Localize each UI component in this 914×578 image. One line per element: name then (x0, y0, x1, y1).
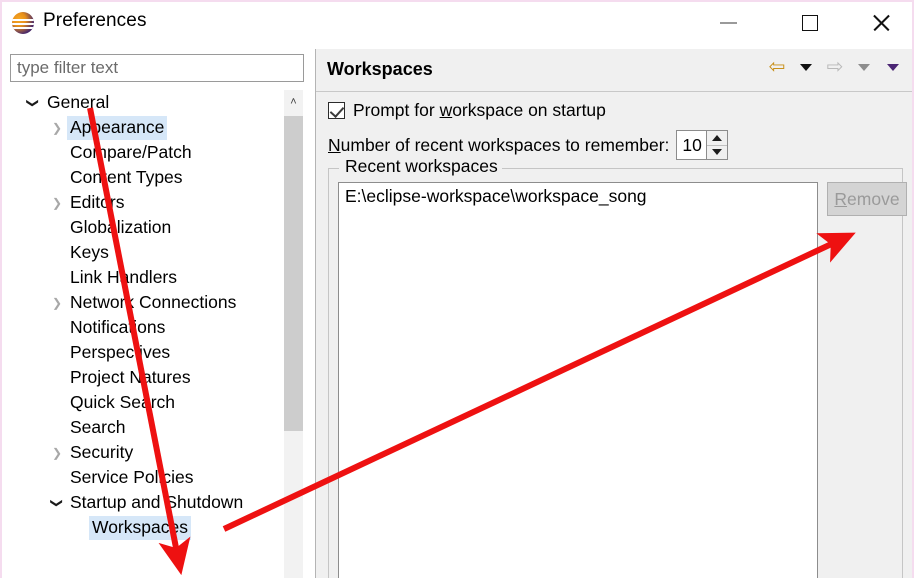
tree-vertical-scrollbar[interactable]: ˄ (284, 90, 303, 578)
page-header: Workspaces ⇦ ⇨ (316, 49, 912, 92)
tree-item-label: Keys (70, 241, 109, 262)
tree-item-search[interactable]: Search (9, 415, 281, 440)
stepper-decrement-button[interactable] (707, 144, 728, 159)
tree-item-content-types[interactable]: Content Types (9, 165, 281, 190)
pane-divider[interactable] (305, 50, 315, 578)
chevron-down-icon[interactable]: ❯ (50, 496, 64, 510)
tree-item-label: General (47, 91, 110, 112)
tree-item-label: Globalization (70, 216, 172, 237)
close-icon (871, 13, 891, 33)
menu-dropdown-icon[interactable] (882, 57, 904, 77)
tree-item-workspaces[interactable]: Workspaces (9, 515, 281, 540)
preference-page: Workspaces ⇦ ⇨ Prompt for workspace on st… (315, 49, 912, 578)
tree-item-general[interactable]: ❯ General (9, 90, 281, 115)
recent-workspaces-list[interactable]: E:\eclipse-workspace\workspace_song (338, 182, 818, 578)
forward-dropdown-icon (853, 57, 875, 77)
tree-item-editors[interactable]: ❯ Editors (9, 190, 281, 215)
maximize-icon (802, 15, 818, 31)
preferences-sidebar: ❯General❯AppearanceCompare/PatchContent … (6, 50, 306, 578)
preference-tree[interactable]: ❯ General ❯ Appearance Compare/Patch Content … (9, 90, 281, 578)
recent-count-label: Number of recent workspaces to remember: (328, 134, 670, 155)
window-title: Preferences (43, 10, 147, 31)
close-button[interactable] (853, 2, 909, 44)
preferences-window: Preferences ❯General❯AppearanceCompare/P… (0, 0, 914, 578)
stepper-increment-button[interactable] (707, 131, 728, 145)
tree-item-label: Startup and Shutdown (70, 491, 244, 512)
triangle-down-icon (800, 63, 812, 71)
tree-item-label: Notifications (70, 316, 166, 337)
tree-item-label: Workspaces (89, 515, 191, 540)
tree-item-label: Perspectives (70, 341, 171, 362)
tree-item-globalization[interactable]: Globalization (9, 215, 281, 240)
triangle-down-icon (887, 63, 899, 71)
tree-item-project-natures[interactable]: Project Natures (9, 365, 281, 390)
eclipse-logo-icon (12, 12, 34, 34)
recent-count-stepper[interactable]: 10 (676, 130, 729, 160)
triangle-up-icon (712, 134, 723, 141)
back-arrow-icon[interactable]: ⇦ (766, 57, 788, 77)
tree-item-label: Network Connections (70, 291, 237, 312)
tree-item-label: Search (70, 416, 126, 437)
tree-item-link-handlers[interactable]: Link Handlers (9, 265, 281, 290)
tree-item-startup-and-shutdown[interactable]: ❯ Startup and Shutdown (9, 490, 281, 515)
arrow-glyph: ⇨ (826, 56, 844, 78)
recent-count-value[interactable]: 10 (677, 131, 707, 159)
tree-item-compare-patch[interactable]: Compare/Patch (9, 140, 281, 165)
prompt-for-workspace-checkbox[interactable] (328, 102, 345, 119)
chevron-right-icon[interactable]: ❯ (50, 297, 64, 309)
triangle-down-icon (858, 63, 870, 71)
tree-item-label: Compare/Patch (70, 141, 192, 162)
chevron-right-icon[interactable]: ❯ (50, 447, 64, 459)
tree-item-keys[interactable]: Keys (9, 240, 281, 265)
stepper-buttons (706, 131, 728, 159)
tree-item-appearance[interactable]: ❯ Appearance (9, 115, 281, 140)
back-dropdown-icon[interactable] (795, 57, 817, 77)
tree-item-label: Link Handlers (70, 266, 177, 287)
triangle-down-icon (712, 149, 723, 156)
minimize-icon (719, 22, 737, 24)
tree-item-quick-search[interactable]: Quick Search (9, 390, 281, 415)
arrow-glyph: ⇦ (768, 56, 786, 78)
tree-item-label: Security (70, 441, 134, 462)
maximize-button[interactable] (782, 2, 838, 44)
prompt-for-workspace-row[interactable]: Prompt for workspace on startup (328, 100, 606, 121)
tree-item-service-policies[interactable]: Service Policies (9, 465, 281, 490)
minimize-button[interactable] (700, 2, 756, 44)
filter-input[interactable] (10, 54, 304, 82)
tree-item-label: Content Types (70, 166, 183, 187)
tree-item-label: Service Policies (70, 466, 194, 487)
tree-item-label: Editors (70, 191, 125, 212)
tree-item-label: Appearance (67, 115, 168, 140)
scrollbar-thumb[interactable] (284, 116, 303, 431)
chevron-down-icon[interactable]: ❯ (26, 96, 40, 110)
chevron-right-icon[interactable]: ❯ (50, 122, 64, 134)
tree-item-label: Quick Search (70, 391, 176, 412)
page-navigation-toolbar: ⇦ ⇨ (766, 57, 904, 77)
tree-item-label: Project Natures (70, 366, 191, 387)
chevron-right-icon[interactable]: ❯ (50, 197, 64, 209)
group-border-line (491, 168, 902, 169)
page-title: Workspaces (327, 59, 433, 79)
tree-item-security[interactable]: ❯ Security (9, 440, 281, 465)
tree-item-notifications[interactable]: Notifications (9, 315, 281, 340)
tree-item-network-connections[interactable]: ❯ Network Connections (9, 290, 281, 315)
recent-workspaces-group: Recent workspaces E:\eclipse-workspace\w… (328, 156, 907, 578)
scroll-up-arrow-icon[interactable]: ˄ (284, 90, 303, 114)
forward-arrow-icon: ⇨ (824, 57, 846, 77)
tree-item-perspectives[interactable]: Perspectives (9, 340, 281, 365)
remove-button[interactable]: Remove (827, 182, 907, 216)
list-item[interactable]: E:\eclipse-workspace\workspace_song (339, 183, 817, 210)
group-legend: Recent workspaces (341, 156, 502, 177)
prompt-for-workspace-label: Prompt for workspace on startup (353, 100, 606, 120)
title-bar: Preferences (2, 2, 912, 44)
